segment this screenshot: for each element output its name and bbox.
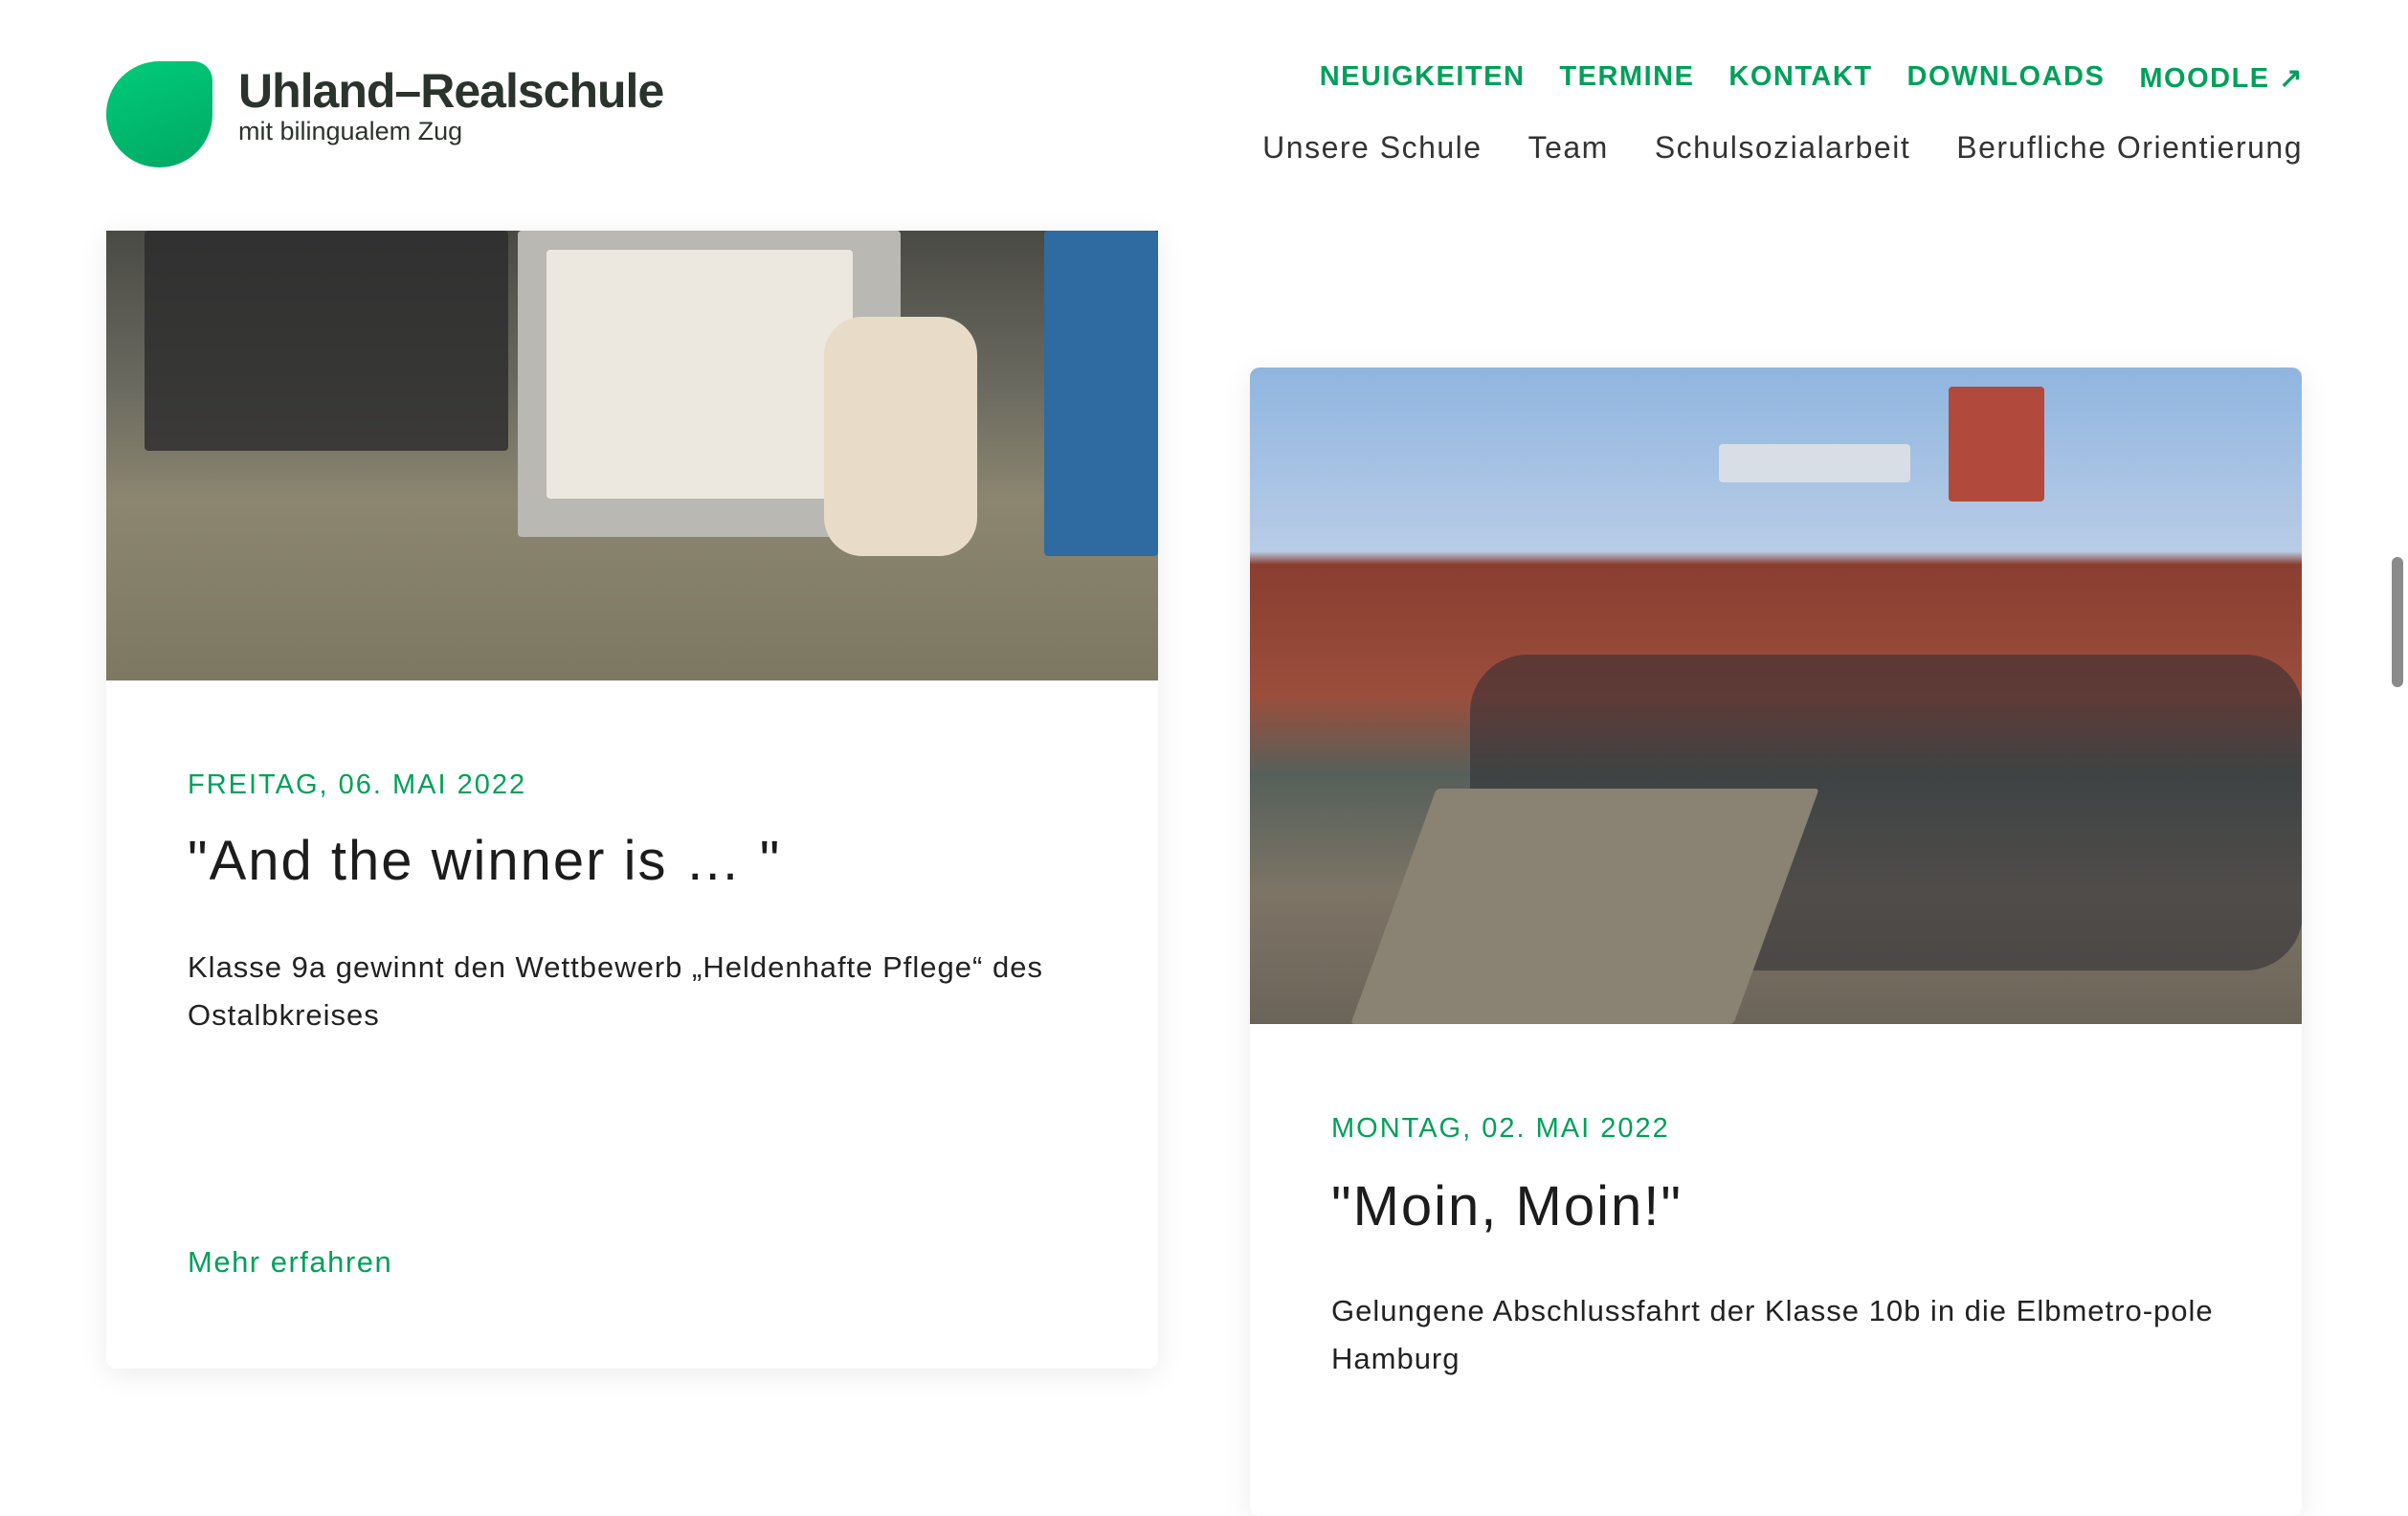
news-photo[interactable] bbox=[106, 231, 1158, 680]
brand-title[interactable]: Uhland–Realschule bbox=[238, 63, 664, 119]
card-title[interactable]: "And the winner is … " bbox=[188, 829, 781, 893]
nav-downloads[interactable]: DOWNLOADS bbox=[1907, 61, 2106, 95]
more-link[interactable]: Mehr erfahren bbox=[188, 1245, 392, 1280]
scrollbar[interactable] bbox=[2392, 557, 2403, 687]
news-card[interactable]: FREITAG, 06. MAI 2022 "And the winner is… bbox=[106, 231, 1158, 1369]
nav-kontakt[interactable]: KONTAKT bbox=[1728, 61, 1872, 95]
nav-moodle[interactable]: MOODLE ↗ bbox=[2139, 61, 2304, 95]
card-date: MONTAG, 02. MAI 2022 bbox=[1331, 1113, 1670, 1144]
nav-team[interactable]: Team bbox=[1528, 130, 1609, 166]
nav-termine[interactable]: TERMINE bbox=[1559, 61, 1694, 95]
school-logo[interactable] bbox=[106, 61, 212, 167]
nav-neuigkeiten[interactable]: NEUIGKEITEN bbox=[1320, 61, 1526, 95]
nav-unsere-schule[interactable]: Unsere Schule bbox=[1262, 130, 1482, 166]
card-description: Gelungene Abschlussfahrt der Klasse 10b … bbox=[1331, 1294, 2214, 1375]
top-nav: NEUIGKEITEN TERMINE KONTAKT DOWNLOADS MO… bbox=[1320, 61, 2304, 95]
brand-subtitle: mit bilingualem Zug bbox=[238, 117, 463, 145]
card-description: Klasse 9a gewinnt den Wettbewerb „Helden… bbox=[188, 950, 1043, 1032]
card-title[interactable]: "Moin, Moin!" bbox=[1331, 1174, 1683, 1238]
nav-berufliche-orientierung[interactable]: Berufliche Orientierung bbox=[1956, 130, 2303, 166]
news-card[interactable]: MONTAG, 02. MAI 2022 "Moin, Moin!" Gelun… bbox=[1250, 368, 2302, 1516]
news-photo[interactable] bbox=[1250, 368, 2302, 1024]
nav-schulsozialarbeit[interactable]: Schulsozialarbeit bbox=[1655, 130, 1910, 166]
card-date: FREITAG, 06. MAI 2022 bbox=[188, 769, 527, 800]
sub-nav: Unsere Schule Team Schulsozialarbeit Ber… bbox=[1262, 130, 2303, 166]
